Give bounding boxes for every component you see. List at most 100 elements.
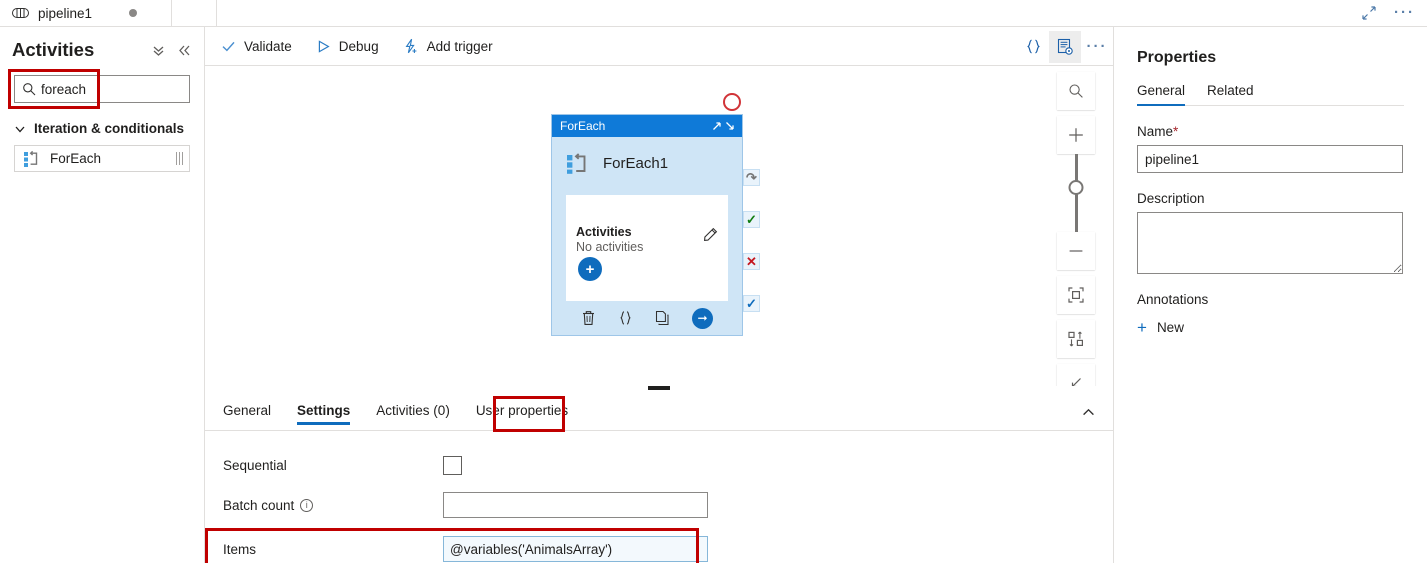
completion-port-icon[interactable]: ✓	[743, 295, 760, 312]
foreach-activity-node[interactable]: ForEach ForEach1 Activities No activitie…	[551, 114, 743, 336]
items-input[interactable]	[443, 536, 708, 562]
chevron-down-icon	[14, 123, 26, 135]
node-header: ForEach	[552, 115, 742, 137]
double-chevron-left-icon[interactable]	[177, 43, 192, 58]
activities-panel-title: Activities	[12, 39, 95, 60]
magnifier-icon[interactable]	[1057, 72, 1095, 110]
node-activities-heading: Activities	[576, 225, 632, 239]
tab-general[interactable]: General	[223, 391, 271, 431]
group-label: Iteration & conditionals	[34, 121, 185, 136]
settings-form: Sequential Batch count i Items	[205, 431, 1113, 563]
node-header-label: ForEach	[560, 119, 606, 133]
name-field-label: Name*	[1137, 124, 1404, 139]
annotations-label: Annotations	[1137, 292, 1209, 307]
required-marker: *	[1173, 124, 1179, 139]
collapse-arrow-icon[interactable]	[724, 120, 736, 132]
properties-document-icon[interactable]	[1049, 30, 1081, 63]
pencil-icon[interactable]	[703, 227, 718, 245]
batch-count-label-group: Batch count i	[223, 498, 443, 513]
field-batch-count: Batch count i	[223, 487, 1113, 523]
run-arrow-icon[interactable]: ➞	[692, 307, 713, 329]
adf-pipeline-editor: pipeline1 ··· Activities foreach Iterati…	[0, 0, 1427, 563]
tab-user-properties[interactable]: User properties	[476, 391, 568, 431]
activity-tabs: General Settings Activities (0) User pro…	[205, 391, 1113, 432]
chevron-up-icon[interactable]	[1075, 399, 1101, 425]
pipeline-description-textarea[interactable]	[1137, 212, 1403, 274]
auto-align-icon[interactable]	[1057, 320, 1095, 358]
pipeline-canvas[interactable]: ForEach ForEach1 Activities No activitie…	[205, 66, 1113, 386]
lightning-plus-icon	[403, 38, 419, 54]
node-name-label: ForEach1	[603, 154, 669, 172]
add-trigger-button[interactable]: Add trigger	[403, 31, 493, 61]
node-title-row: ForEach1	[552, 137, 742, 189]
canvas-collapse-arrow-icon[interactable]	[1057, 364, 1095, 386]
add-circle-icon[interactable]: +	[578, 257, 602, 281]
activities-panel: Activities foreach Iteration & condition…	[0, 27, 205, 563]
failure-port-icon[interactable]: ✕	[743, 253, 760, 270]
tab-settings[interactable]: Settings	[297, 391, 351, 431]
search-icon	[22, 82, 36, 96]
items-label: Items	[223, 541, 257, 557]
node-output-ports: ↷ ✓ ✕ ✓	[743, 169, 760, 337]
activities-search-box[interactable]	[14, 75, 190, 103]
unsaved-dot-icon	[129, 9, 138, 17]
expand-arrow-icon[interactable]	[711, 120, 723, 132]
debug-button[interactable]: Debug	[316, 31, 379, 61]
double-chevron-down-icon[interactable]	[151, 43, 166, 58]
search-input[interactable]	[41, 81, 181, 97]
validate-label: Validate	[244, 38, 292, 54]
zoom-out-minus-icon[interactable]	[1057, 232, 1095, 270]
node-footer-toolbar: ➞	[552, 301, 742, 335]
red-circle-indicator	[723, 93, 741, 111]
batch-count-label: Batch count	[223, 497, 295, 513]
node-activities-empty-text: No activities	[576, 240, 644, 254]
info-icon[interactable]: i	[300, 498, 314, 512]
debug-label: Debug	[338, 38, 379, 54]
properties-panel-title: Properties	[1137, 49, 1217, 66]
tab-activities[interactable]: Activities (0)	[376, 391, 450, 431]
play-triangle-icon	[316, 39, 331, 54]
add-annotation-label: New	[1156, 320, 1184, 335]
properties-tab-general[interactable]: General	[1137, 83, 1186, 106]
add-annotation-button[interactable]: + New	[1137, 319, 1404, 336]
foreach-icon	[23, 150, 40, 167]
zoom-slider-knob[interactable]	[1068, 180, 1084, 195]
activity-item-foreach[interactable]: ForEach	[14, 145, 190, 172]
field-sequential: Sequential	[223, 447, 1113, 483]
name-label-text: Name	[1137, 124, 1174, 139]
properties-panel-tabs: General Related	[1137, 83, 1404, 106]
group-iteration-conditionals[interactable]: Iteration & conditionals	[14, 121, 204, 136]
activity-item-label: ForEach	[50, 151, 102, 166]
ellipsis-icon[interactable]: ···	[1081, 31, 1113, 63]
drag-handle-icon[interactable]	[176, 152, 183, 165]
properties-tab-related[interactable]: Related	[1207, 83, 1254, 105]
zoom-slider[interactable]	[1057, 154, 1095, 232]
code-braces-icon[interactable]	[1017, 31, 1049, 63]
validate-button[interactable]: Validate	[221, 31, 292, 61]
batch-count-input[interactable]	[443, 492, 708, 518]
fit-to-screen-icon[interactable]	[1057, 276, 1095, 314]
description-field-label: Description	[1137, 191, 1205, 206]
copy-icon[interactable]	[655, 310, 670, 326]
activities-panel-header: Activities	[0, 27, 204, 67]
sequential-checkbox[interactable]	[443, 455, 462, 475]
add-trigger-label: Add trigger	[426, 38, 493, 54]
zoom-in-plus-icon[interactable]	[1057, 116, 1095, 154]
delete-icon[interactable]	[581, 310, 596, 326]
canvas-zoom-toolbar	[1057, 72, 1095, 386]
success-port-icon[interactable]: ✓	[743, 211, 760, 228]
top-tab-strip: pipeline1 ···	[0, 0, 1427, 27]
expand-diagonal-icon[interactable]	[1362, 6, 1376, 20]
skip-port-icon[interactable]: ↷	[743, 169, 760, 186]
search-container	[8, 69, 190, 109]
node-activities-container: Activities No activities +	[566, 195, 728, 301]
field-items: Items	[223, 531, 1113, 563]
pipeline-tab-label: pipeline1	[38, 5, 93, 21]
code-braces-icon[interactable]	[618, 310, 633, 326]
canvas-command-bar: Validate Debug Add trigger ···	[205, 27, 1113, 66]
pipeline-name-input[interactable]	[1137, 145, 1403, 173]
activity-properties-pane: General Settings Activities (0) User pro…	[205, 390, 1113, 563]
pipeline-tab[interactable]: pipeline1	[0, 0, 172, 27]
sequential-label: Sequential	[223, 457, 287, 473]
command-bar-right-actions: ···	[1017, 27, 1113, 66]
